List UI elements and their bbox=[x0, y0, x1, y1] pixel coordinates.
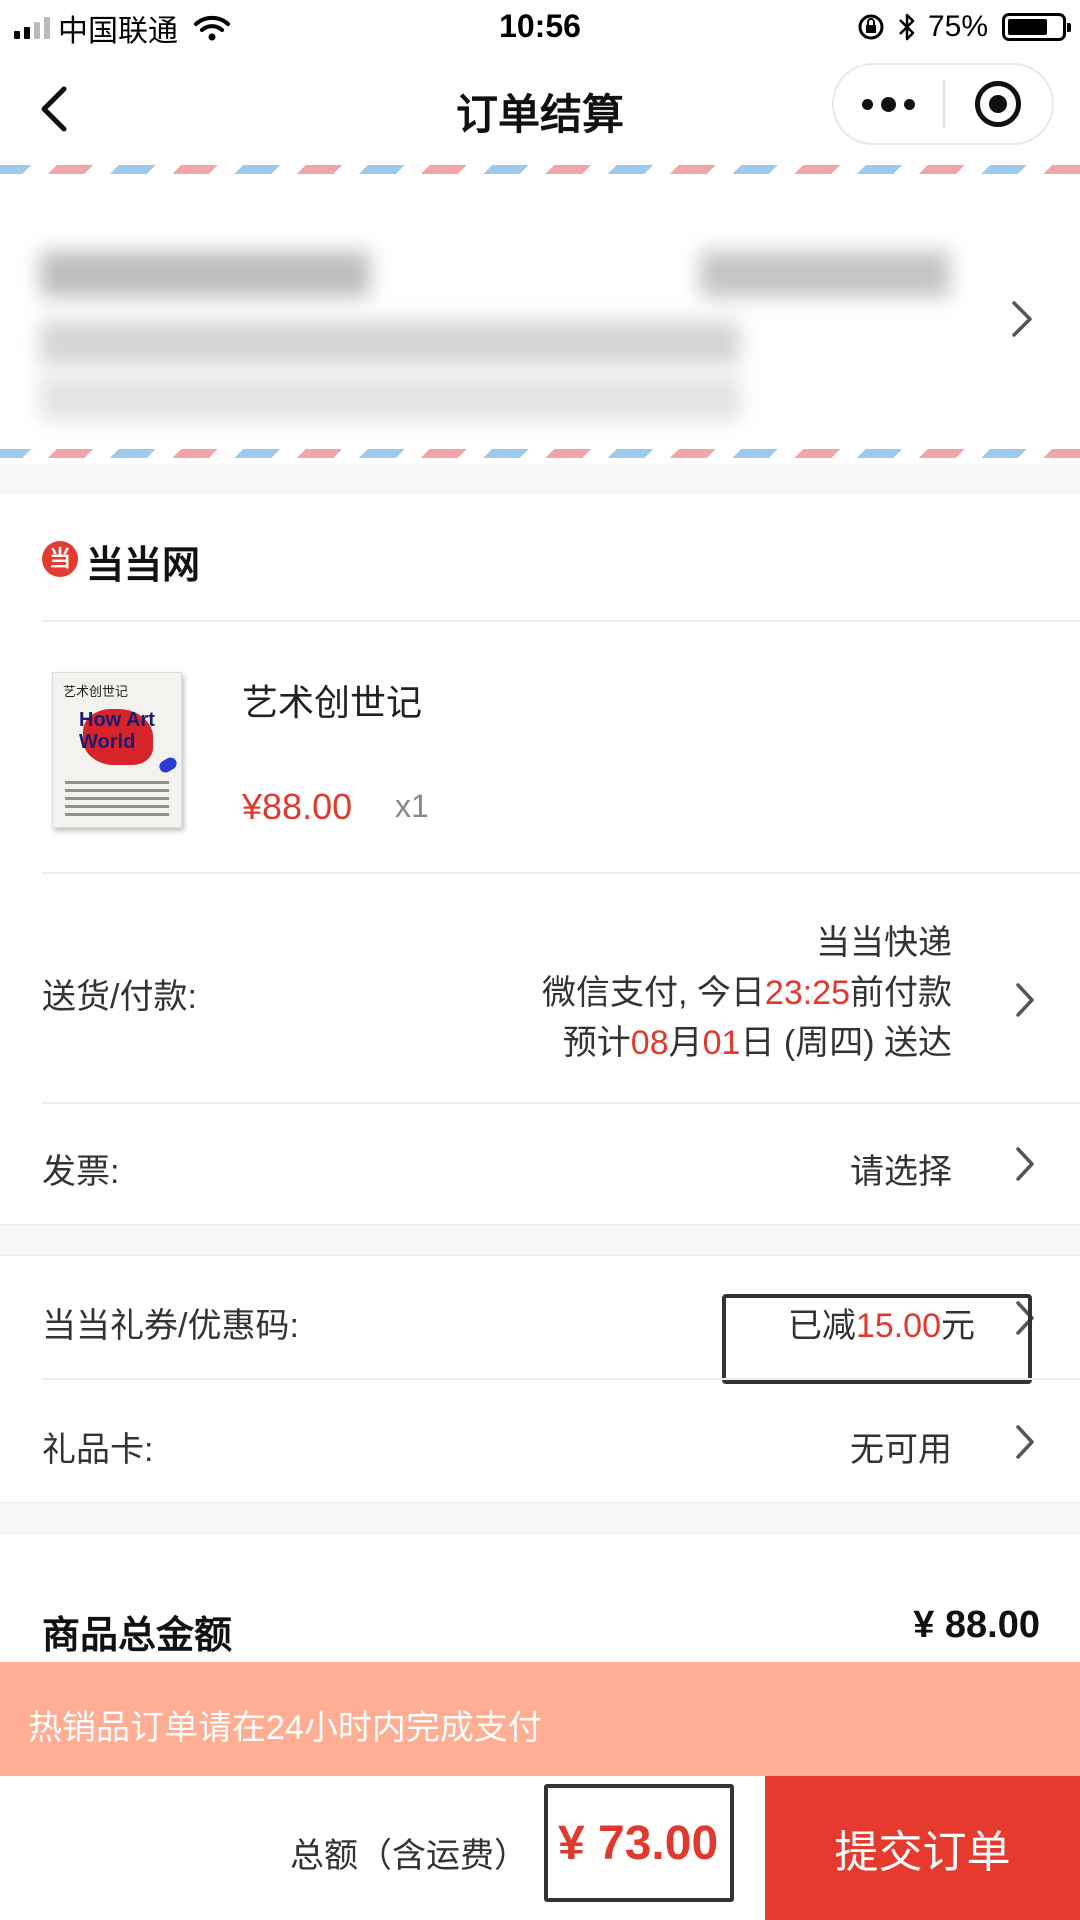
submit-order-button[interactable]: 提交订单 bbox=[765, 1776, 1080, 1920]
delivery-details: 当当快递 微信支付, 今日23:25前付款 预计08月01日 (周四) 送达 bbox=[542, 918, 952, 1068]
divider bbox=[42, 620, 1080, 622]
gift-card-value: 无可用 bbox=[850, 1431, 952, 1469]
estimated-delivery: 预计08月01日 (周四) 送达 bbox=[542, 1018, 952, 1068]
estimated-delivery-month: 08 bbox=[630, 1024, 669, 1062]
coupon-label: 当当礼券/优惠码: bbox=[42, 1307, 299, 1345]
section-gap bbox=[0, 1224, 1080, 1256]
payment-deadline-suffix: 前付款 bbox=[850, 974, 952, 1012]
section-gap bbox=[0, 1502, 1080, 1534]
redacted-address-line-2 bbox=[40, 376, 740, 420]
delivery-label: 送货/付款: bbox=[42, 978, 197, 1016]
cover-english-title: How Art World bbox=[79, 709, 155, 753]
estimated-delivery-day: 01 bbox=[702, 1024, 741, 1062]
status-right: 75% bbox=[856, 8, 1071, 46]
invoice-label: 发票: bbox=[42, 1153, 120, 1191]
payment-deadline: 微信支付, 今日23:25前付款 bbox=[542, 968, 952, 1018]
checkout-bar: 总额（含运费） ¥ 73.00 提交订单 bbox=[0, 1776, 1080, 1920]
redacted-name bbox=[40, 251, 370, 297]
product-name[interactable]: 艺术创世记 bbox=[242, 674, 422, 726]
total-amount: ¥ 73.00 bbox=[558, 1817, 719, 1870]
chevron-right-icon bbox=[1016, 983, 1034, 1017]
cover-title: 艺术创世记 bbox=[63, 685, 129, 700]
gift-card-row[interactable]: 礼品卡: 无可用 bbox=[0, 1380, 1080, 1502]
goods-total-value: ¥ 88.00 bbox=[913, 1604, 1040, 1646]
product-quantity: x1 bbox=[395, 788, 429, 824]
delivery-payment-row[interactable]: 送货/付款: 当当快递 微信支付, 今日23:25前付款 预计08月01日 (周… bbox=[0, 874, 1080, 1102]
chevron-right-icon bbox=[1016, 1147, 1034, 1181]
chevron-right-icon bbox=[1016, 1425, 1034, 1459]
estimated-delivery-month-unit: 月 bbox=[668, 1024, 703, 1062]
estimated-delivery-prefix: 预计 bbox=[562, 1024, 631, 1062]
airmail-border-bottom bbox=[0, 449, 1080, 458]
gift-card-label: 礼品卡: bbox=[42, 1431, 154, 1469]
mini-program-capsule bbox=[832, 63, 1054, 145]
redacted-address-line-1 bbox=[40, 321, 740, 365]
section-gap bbox=[0, 464, 1080, 494]
payment-deadline-time: 23:25 bbox=[764, 974, 850, 1012]
delivery-courier: 当当快递 bbox=[816, 924, 952, 962]
payment-notice-text: 热销品订单请在24小时内完成支付 bbox=[28, 1709, 542, 1747]
address-chevron-right-icon bbox=[1012, 301, 1032, 337]
more-button[interactable] bbox=[834, 65, 943, 143]
status-bar: 中国联通 10:56 75% bbox=[0, 0, 1080, 55]
address-card[interactable] bbox=[0, 161, 1080, 464]
estimated-delivery-suffix: 日 (周四) 送达 bbox=[740, 1024, 952, 1062]
total-label: 总额（含运费） bbox=[290, 1837, 528, 1875]
shop-header: 当 当当网 bbox=[0, 494, 1080, 620]
invoice-row[interactable]: 发票: 请选择 bbox=[0, 1104, 1080, 1224]
navigation-bar: 订单结算 bbox=[0, 55, 1080, 161]
record-icon bbox=[975, 81, 1022, 127]
dangdang-logo-icon: 当 bbox=[42, 541, 78, 577]
product-cover-image[interactable]: 艺术创世记 How Art World bbox=[52, 672, 182, 828]
cover-blue-mark bbox=[157, 755, 179, 775]
product-price: ¥88.00 bbox=[242, 786, 353, 827]
rotation-lock-icon bbox=[858, 14, 884, 40]
payment-deadline-prefix: 微信支付, 今日 bbox=[542, 974, 765, 1012]
payment-notice-banner: 热销品订单请在24小时内完成支付 bbox=[0, 1662, 1080, 1776]
shop-name: 当当网 bbox=[86, 545, 201, 587]
battery-percent: 75% bbox=[927, 10, 988, 43]
cover-text-lines bbox=[65, 781, 169, 821]
bluetooth-icon bbox=[899, 13, 915, 41]
goods-total-label: 商品总金额 bbox=[42, 1615, 233, 1657]
battery-icon bbox=[1002, 13, 1071, 41]
coupon-highlight-box bbox=[722, 1294, 1032, 1384]
invoice-value: 请选择 bbox=[850, 1153, 952, 1191]
redacted-phone bbox=[700, 251, 950, 297]
close-button[interactable] bbox=[945, 65, 1052, 143]
airmail-border-top bbox=[0, 165, 1080, 174]
